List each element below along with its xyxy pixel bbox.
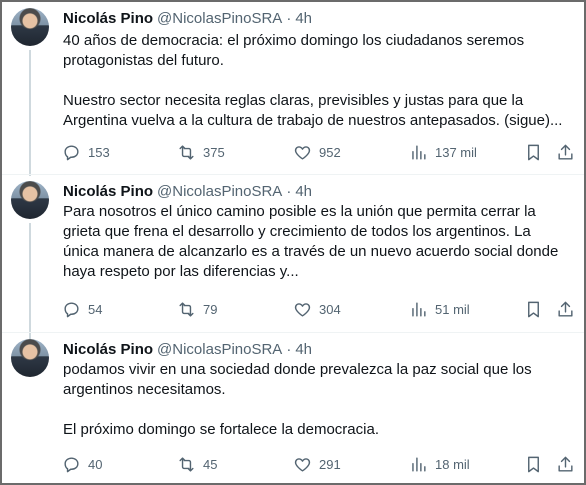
like-count: 291	[319, 456, 341, 472]
reply-button[interactable]: 40	[62, 454, 102, 474]
views-count: 18 mil	[435, 456, 470, 472]
views-icon	[412, 301, 426, 317]
thread-connector	[29, 50, 31, 176]
tweet-paragraph: El próximo domingo se fortalece la democ…	[63, 421, 379, 438]
tweet-actions: 40 45 291 18 mil	[62, 454, 582, 474]
reply-count: 40	[88, 456, 103, 472]
thread-connector	[29, 223, 31, 343]
tweet-paragraph: Nuestro sector necesita reglas claras, p…	[63, 92, 563, 129]
timestamp[interactable]: 4h	[295, 341, 312, 358]
author-name[interactable]: Nicolás Pino	[63, 341, 153, 358]
separator-dot: ·	[286, 183, 292, 200]
tweet[interactable]: Nicolás Pino @NicolasPinoSRA · 4h 40 años d…	[2, 2, 584, 176]
separator-dot: ·	[286, 10, 292, 27]
share-icon	[558, 144, 573, 160]
like-count: 952	[319, 144, 341, 160]
separator-dot: ·	[286, 341, 292, 358]
tweet-text: podamos vivir en una sociedad donde prev…	[63, 360, 563, 440]
reply-icon	[64, 301, 79, 317]
author-handle[interactable]: @NicolasPinoSRA	[157, 10, 282, 27]
retweet-count: 375	[203, 144, 225, 160]
retweet-icon	[179, 456, 194, 472]
tweet-header: Nicolás Pino @NicolasPinoSRA · 4h	[63, 340, 312, 360]
avatar[interactable]	[11, 181, 49, 219]
heart-icon	[294, 457, 311, 472]
reply-button[interactable]: 153	[62, 142, 110, 162]
share-button[interactable]	[556, 299, 575, 319]
retweet-icon	[179, 301, 194, 317]
author-handle[interactable]: @NicolasPinoSRA	[157, 341, 282, 358]
reply-count: 153	[88, 144, 110, 160]
retweet-button[interactable]: 45	[177, 454, 217, 474]
tweet-actions: 153 375 952 137 mil	[62, 142, 582, 162]
bookmark-icon	[528, 301, 539, 317]
views-count: 137 mil	[435, 144, 477, 160]
retweet-icon	[179, 144, 194, 160]
timestamp[interactable]: 4h	[295, 10, 312, 27]
retweet-button[interactable]: 79	[177, 299, 217, 319]
like-button[interactable]: 952	[293, 142, 341, 162]
tweet-text: 40 años de democracia: el próximo doming…	[63, 31, 563, 131]
views-icon	[412, 144, 426, 160]
reply-icon	[64, 456, 79, 472]
views-button[interactable]: 137 mil	[409, 142, 477, 162]
bookmark-icon	[528, 456, 539, 472]
share-icon	[558, 456, 573, 472]
tweet-text: Para nosotros el único camino posible es…	[63, 202, 563, 282]
reply-count: 54	[88, 301, 103, 317]
reply-button[interactable]: 54	[62, 299, 102, 319]
share-icon	[558, 301, 573, 317]
views-button[interactable]: 18 mil	[409, 454, 470, 474]
tweet[interactable]: Nicolás Pino @NicolasPinoSRA · 4h Para noso…	[2, 174, 584, 343]
heart-icon	[294, 145, 311, 160]
share-button[interactable]	[556, 454, 575, 474]
tweet-actions: 54 79 304 51 mil	[62, 299, 582, 319]
bookmark-button[interactable]	[524, 142, 543, 162]
bookmark-button[interactable]	[524, 299, 543, 319]
timeline-frame: Nicolás Pino @NicolasPinoSRA · 4h 40 años d…	[0, 0, 586, 485]
like-button[interactable]: 304	[293, 299, 341, 319]
tweet[interactable]: Nicolás Pino @NicolasPinoSRA · 4h podamos v…	[2, 332, 584, 483]
tweet-paragraph: podamos vivir en una sociedad donde prev…	[63, 361, 536, 398]
avatar[interactable]	[11, 339, 49, 377]
tweet-header: Nicolás Pino @NicolasPinoSRA · 4h	[63, 182, 312, 202]
views-count: 51 mil	[435, 301, 470, 317]
tweet-header: Nicolás Pino @NicolasPinoSRA · 4h	[63, 9, 312, 29]
author-name[interactable]: Nicolás Pino	[63, 10, 153, 27]
like-count: 304	[319, 301, 341, 317]
bookmark-button[interactable]	[524, 454, 543, 474]
tweet-paragraph: 40 años de democracia: el próximo doming…	[63, 32, 529, 69]
like-button[interactable]: 291	[293, 454, 341, 474]
views-button[interactable]: 51 mil	[409, 299, 470, 319]
reply-icon	[64, 144, 79, 160]
retweet-count: 79	[203, 301, 218, 317]
share-button[interactable]	[556, 142, 575, 162]
avatar[interactable]	[11, 8, 49, 46]
timestamp[interactable]: 4h	[295, 183, 312, 200]
bookmark-icon	[528, 144, 539, 160]
tweet-paragraph: Para nosotros el único camino posible es…	[63, 203, 563, 280]
author-handle[interactable]: @NicolasPinoSRA	[157, 183, 282, 200]
heart-icon	[294, 302, 311, 317]
views-icon	[412, 456, 426, 472]
retweet-button[interactable]: 375	[177, 142, 225, 162]
retweet-count: 45	[203, 456, 218, 472]
author-name[interactable]: Nicolás Pino	[63, 183, 153, 200]
